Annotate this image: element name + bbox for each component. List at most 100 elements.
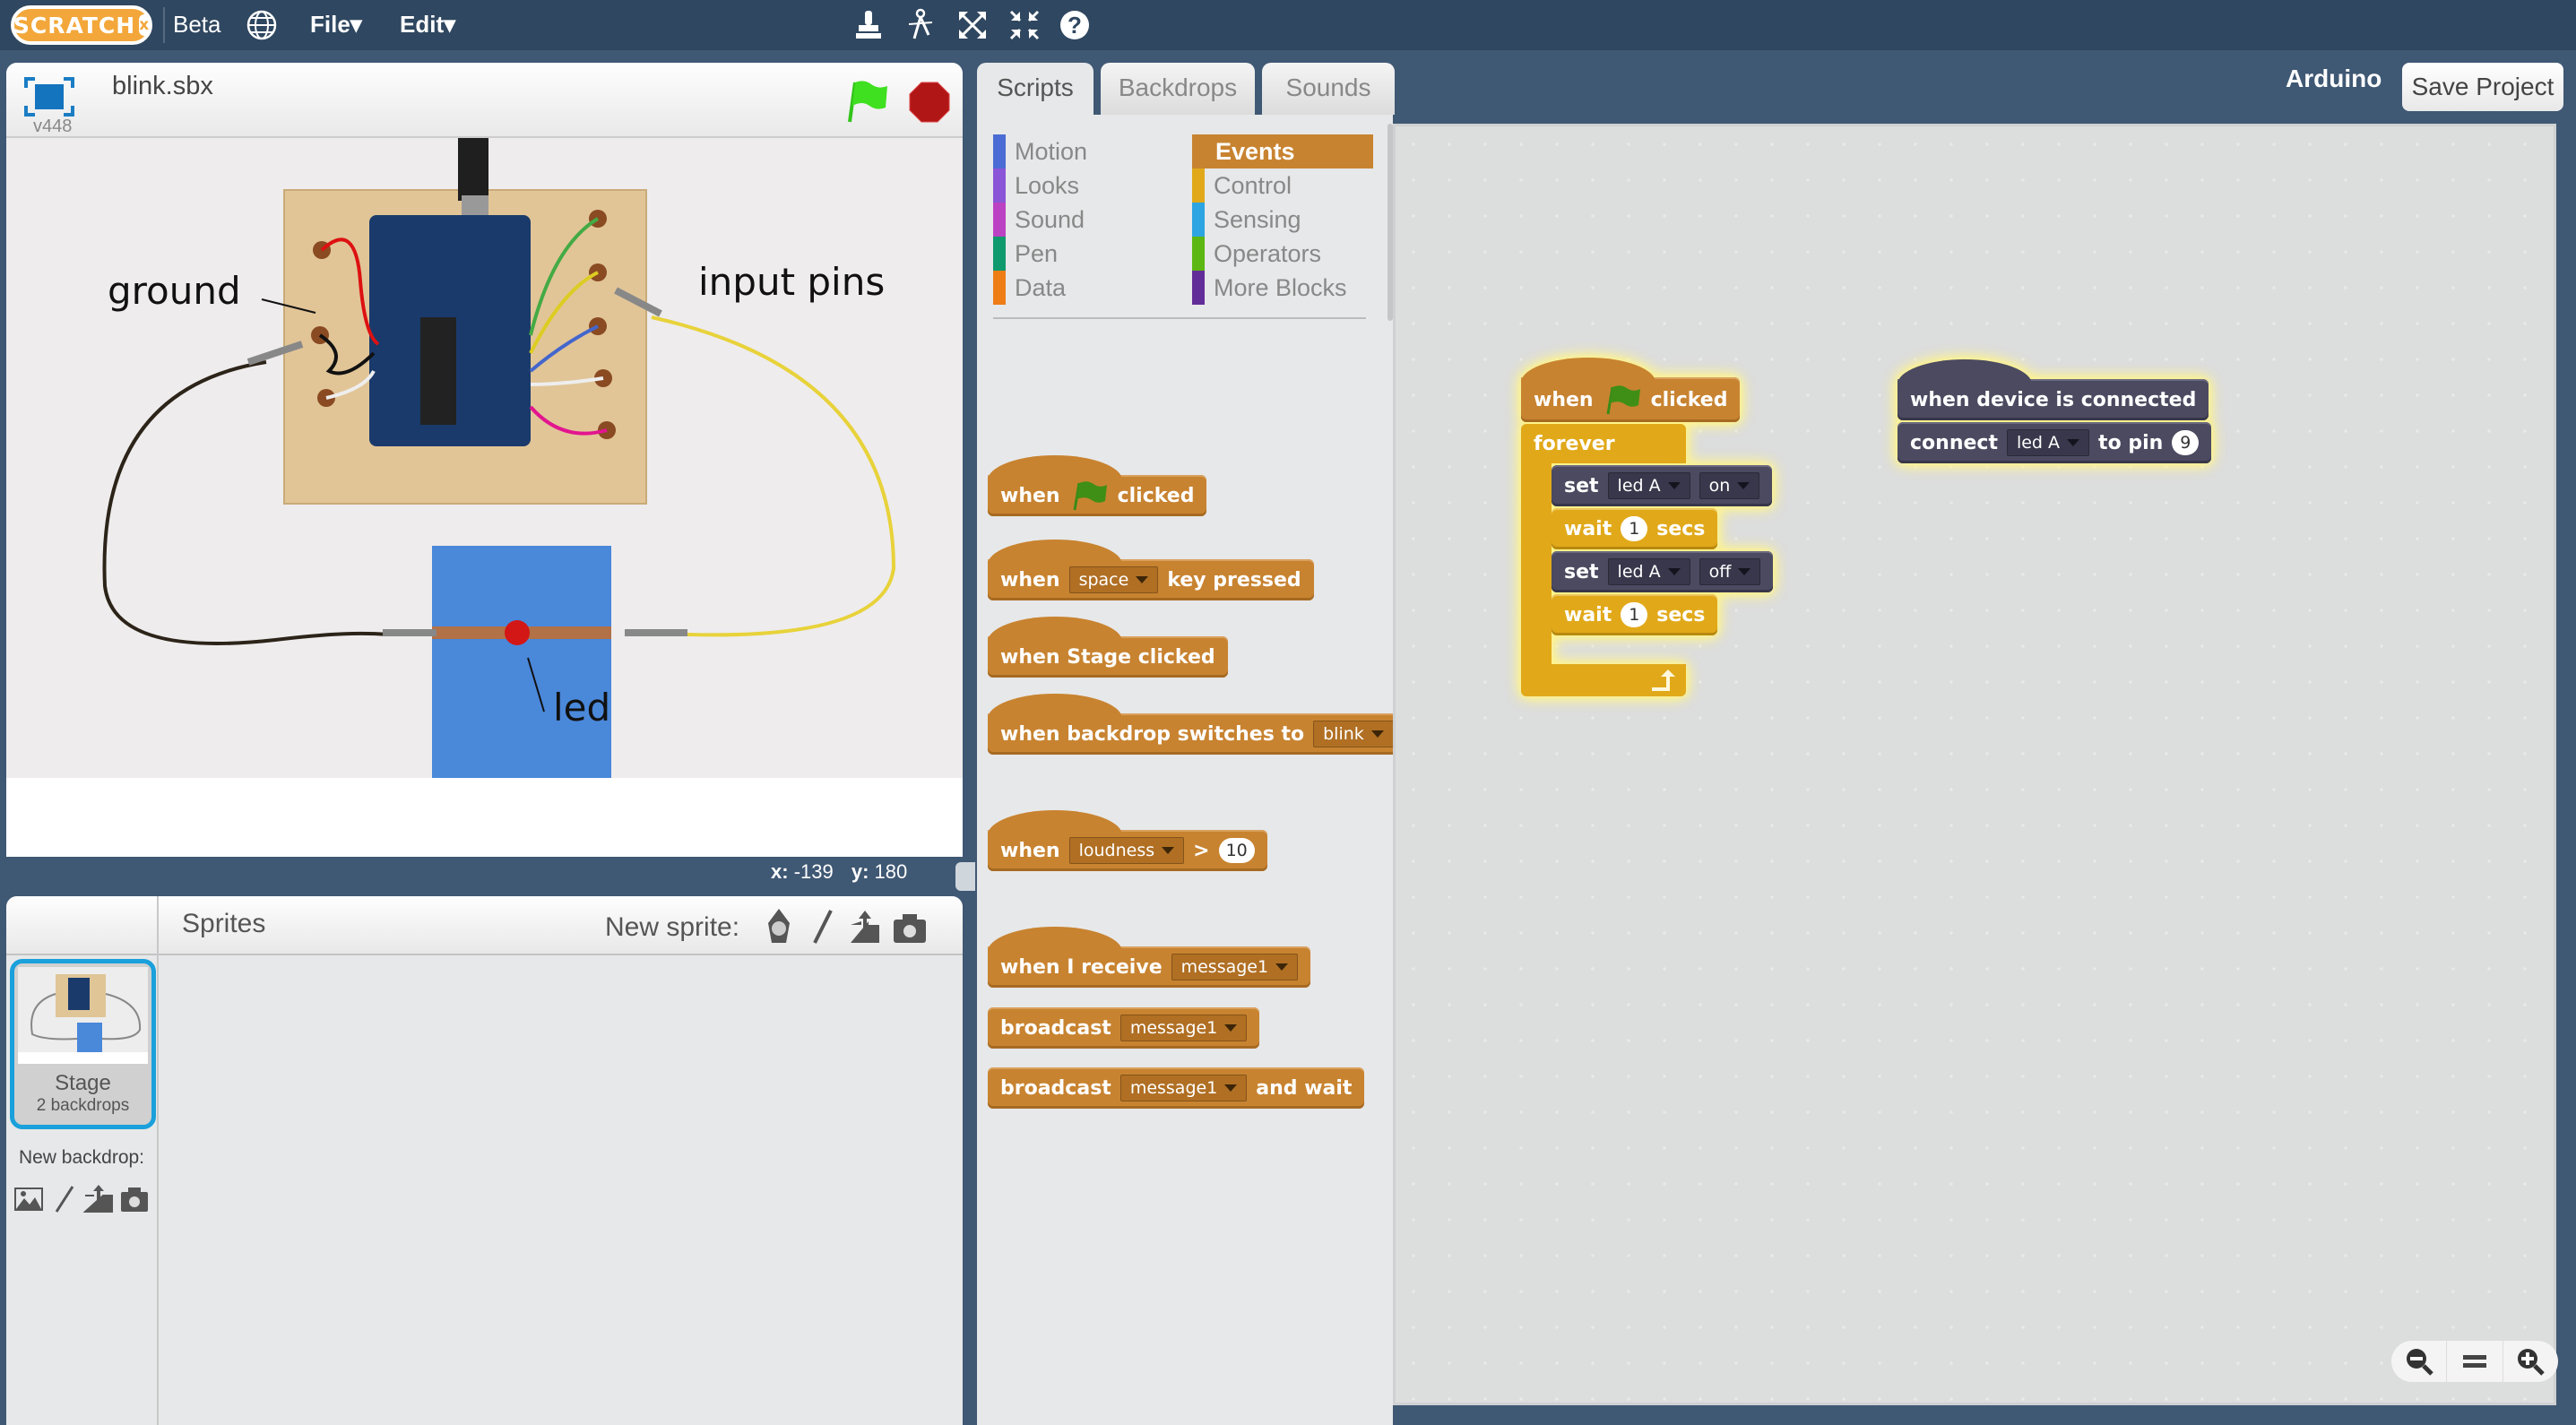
block-when-flag-clicked[interactable]: when clicked [988,455,1207,516]
tab-backdrops[interactable]: Backdrops [1101,63,1255,115]
stage-canvas[interactable]: ground input pins led [6,138,963,857]
device-dropdown[interactable]: led A [2006,429,2090,456]
green-flag-icon [1073,481,1107,511]
file-menu[interactable]: File▾ [310,11,362,39]
category-label: Control [1214,171,1292,199]
category-pen[interactable]: Pen [993,237,1190,271]
loop-arrow-icon [1652,669,1675,691]
upload-backdrop-icon[interactable] [83,1183,114,1213]
tab-sounds[interactable]: Sounds [1262,63,1395,115]
category-data[interactable]: Data [993,271,1190,305]
block-text: connect [1910,431,1998,454]
save-project-button[interactable]: Save Project [2402,63,2563,111]
block-when-stage-clicked[interactable]: when Stage clicked [988,617,1228,678]
block-when-device-connected[interactable]: when device is connected [1897,359,2209,420]
block-set-led[interactable]: set led A on [1552,465,1773,506]
block-broadcast-and-wait[interactable]: broadcast message1 and wait [988,1067,1365,1109]
category-color-swatch [1192,134,1205,168]
message-dropdown[interactable]: message1 [1171,954,1299,980]
project-title[interactable]: blink.sbx [112,72,213,101]
help-icon[interactable]: ? [1058,8,1092,42]
dropdown-value: on [1708,476,1731,496]
edit-menu[interactable]: Edit▾ [400,11,455,39]
presentation-mode-icon[interactable] [24,77,74,117]
collapse-stage-button[interactable] [955,862,975,891]
stop-icon[interactable] [908,81,951,124]
block-text: secs [1656,603,1706,626]
scratchx-logo[interactable]: SCRATCH x [11,5,152,45]
zoom-in-icon [2518,1349,2546,1376]
zoom-out-button[interactable] [2391,1341,2448,1382]
message-dropdown[interactable]: message1 [1119,1075,1248,1101]
block-palette: Motion Looks Sound Pen Data Events Contr… [977,115,1406,1425]
extension-name: Arduino [2286,65,2382,92]
block-wait[interactable]: wait 1 secs [1552,594,1718,635]
zoom-in-button[interactable] [2503,1341,2558,1382]
svg-text:?: ? [1068,12,1082,39]
category-sound[interactable]: Sound [993,203,1190,237]
script-flag-forever[interactable]: when clicked forever set led A on wait 1… [1521,358,1790,808]
dropdown-value: space [1078,570,1129,590]
language-globe-icon[interactable] [246,9,278,41]
block-when-backdrop-switches[interactable]: when backdrop switches to blink [988,694,1406,755]
category-label: Events [1215,137,1295,165]
category-label: Data [1015,273,1067,301]
paint-backdrop-icon[interactable] [49,1183,80,1213]
camera-backdrop-icon[interactable] [119,1183,150,1213]
key-dropdown[interactable]: space [1068,566,1159,593]
block-when-loudness[interactable]: when loudness > 10 [988,810,1267,871]
block-when-i-receive[interactable]: when I receive message1 [988,927,1311,988]
block-when-flag-clicked[interactable]: when clicked [1521,358,1741,422]
cut-scissors-icon[interactable] [903,8,938,42]
y-label: y: [851,860,869,883]
block-connect-pin[interactable]: connect led A to pin 9 [1897,422,2212,463]
wait-seconds-input[interactable]: 1 [1621,516,1648,541]
duplicate-stamp-icon[interactable] [851,8,886,42]
category-list-left: Motion Looks Sound Pen Data [993,134,1190,305]
paint-sprite-icon[interactable] [804,907,840,946]
menu-bar: SCRATCH x Beta File▾ Edit▾ ? [0,0,2576,50]
block-wait[interactable]: wait 1 secs [1552,508,1718,549]
tab-scripts[interactable]: Scripts [977,63,1094,117]
block-text: forever [1534,432,1615,455]
category-looks[interactable]: Looks [993,168,1190,203]
category-color-swatch [993,237,1006,271]
category-control[interactable]: Control [1192,168,1373,203]
pin-number-input[interactable]: 9 [2172,430,2200,455]
state-dropdown[interactable]: on [1699,472,1760,499]
new-backdrop-label: New backdrop: [18,1147,145,1168]
sensor-dropdown[interactable]: loudness [1068,837,1185,864]
sprite-library-icon[interactable] [761,907,797,946]
wait-seconds-input[interactable]: 1 [1621,602,1648,627]
camera-sprite-icon[interactable] [892,907,928,946]
category-events[interactable]: Events [1192,134,1373,168]
state-dropdown[interactable]: off [1699,558,1761,585]
stage-thumbnail-image [18,967,148,1064]
block-broadcast[interactable]: broadcast message1 [988,1007,1260,1049]
stage-thumbnail[interactable]: Stage 2 backdrops [10,959,156,1129]
category-motion[interactable]: Motion [993,134,1190,168]
backdrop-library-icon[interactable] [13,1183,44,1213]
green-flag-icon[interactable] [844,77,891,124]
category-more-blocks[interactable]: More Blocks [1192,271,1373,305]
script-device-connected[interactable]: when device is connected connect led A t… [1897,359,2256,487]
category-color-swatch [1192,168,1205,203]
category-sensing[interactable]: Sensing [1192,203,1373,237]
threshold-input[interactable]: 10 [1218,838,1255,863]
shrink-icon[interactable] [1007,8,1042,42]
grow-icon[interactable] [955,8,990,42]
block-text: set [1564,474,1599,497]
backdrop-dropdown[interactable]: blink [1313,721,1394,747]
mouse-coordinates: x: -139 y: 180 [771,860,920,884]
device-dropdown[interactable]: led A [1607,558,1690,585]
zoom-reset-button[interactable] [2447,1341,2503,1382]
block-set-led[interactable]: set led A off [1552,551,1774,592]
category-operators[interactable]: Operators [1192,237,1373,271]
upload-sprite-icon[interactable] [847,907,883,946]
message-dropdown[interactable]: message1 [1119,1015,1248,1041]
script-workspace[interactable]: when clicked forever set led A on wait 1… [1393,124,2556,1405]
device-dropdown[interactable]: led A [1607,472,1690,499]
dropdown-arrow-icon [1224,1024,1238,1032]
block-when-key-pressed[interactable]: when space key pressed [988,540,1314,600]
dropdown-value: loudness [1078,841,1155,860]
